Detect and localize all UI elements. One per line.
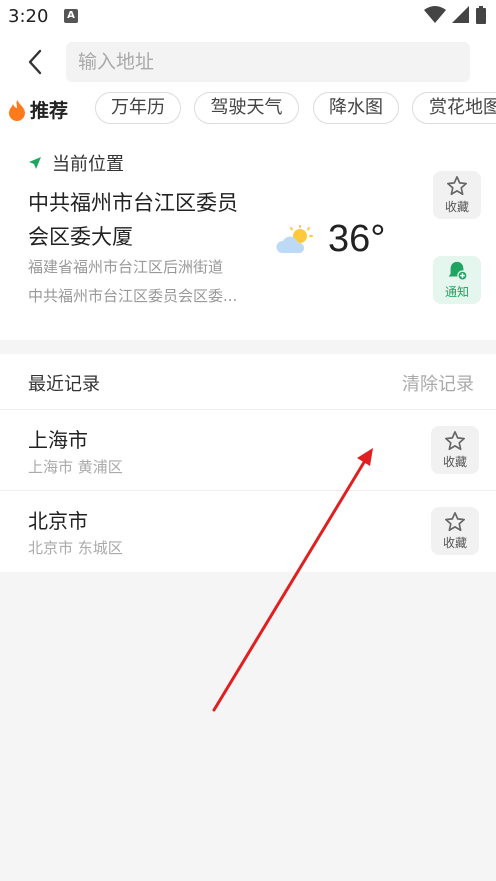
status-time: 3:20 xyxy=(8,6,49,27)
clear-records-button[interactable]: 清除记录 xyxy=(402,370,474,396)
notify-button[interactable]: 通知 xyxy=(433,256,481,304)
system-icons xyxy=(424,6,486,24)
star-icon xyxy=(445,431,465,451)
flame-icon xyxy=(9,99,25,121)
tab-driving-weather[interactable]: 驾驶天气 xyxy=(194,92,299,124)
tab-recommended[interactable]: 推荐 xyxy=(8,96,68,123)
temperature: 36° xyxy=(328,218,386,260)
a-box-icon: A xyxy=(64,9,78,23)
current-location-full-name: 中共福州市台江区委员会区委... xyxy=(28,287,238,305)
recent-item-beijing[interactable]: 北京市 北京市 东城区 收藏 xyxy=(0,491,496,571)
favorite-current-button[interactable]: 收藏 xyxy=(433,171,481,219)
tab-recommended-label: 推荐 xyxy=(30,100,69,122)
recent-item-sub: 上海市 黄浦区 xyxy=(28,458,123,476)
current-location-title: 当前位置 xyxy=(52,154,124,175)
search-input[interactable] xyxy=(66,42,470,82)
back-arrow-icon xyxy=(28,49,42,75)
favorite-button-shanghai[interactable]: 收藏 xyxy=(431,426,479,474)
current-location-name[interactable]: 中共福州市台江区委员会区委大厦 xyxy=(28,186,258,254)
search-bar xyxy=(0,42,496,82)
wifi-icon xyxy=(424,6,446,23)
tab-flower-map[interactable]: 赏花地图 xyxy=(412,92,496,124)
category-tabs: 推荐 万年历 驾驶天气 降水图 赏花地图 xyxy=(0,92,496,128)
star-icon xyxy=(447,176,467,196)
recent-item-sub: 北京市 东城区 xyxy=(28,539,123,557)
recent-item-shanghai[interactable]: 上海市 上海市 黄浦区 收藏 xyxy=(0,410,496,490)
back-button[interactable] xyxy=(22,48,48,76)
location-arrow-icon xyxy=(29,157,41,169)
status-bar: 3:20 A xyxy=(0,0,496,34)
tab-precipitation[interactable]: 降水图 xyxy=(313,92,399,124)
recent-header: 最近记录 清除记录 xyxy=(0,354,496,410)
bell-plus-icon xyxy=(448,261,468,281)
recent-title: 最近记录 xyxy=(28,374,100,395)
notify-label: 通知 xyxy=(444,285,469,299)
current-location-header: 当前位置 xyxy=(28,150,124,176)
favorite-label: 收藏 xyxy=(442,536,467,550)
recent-item-name: 北京市 xyxy=(28,509,88,533)
star-icon xyxy=(445,512,465,532)
favorite-label: 收藏 xyxy=(442,455,467,469)
tab-calendar[interactable]: 万年历 xyxy=(95,92,181,124)
signal-icon xyxy=(452,6,469,23)
current-location-address: 福建省福州市台江区后洲街道 xyxy=(28,258,224,276)
battery-icon xyxy=(476,6,486,24)
partly-sunny-icon xyxy=(276,224,313,253)
recent-item-name: 上海市 xyxy=(28,428,88,452)
favorite-button-beijing[interactable]: 收藏 xyxy=(431,507,479,555)
favorite-label: 收藏 xyxy=(444,200,469,214)
current-weather: 36° xyxy=(276,218,385,261)
